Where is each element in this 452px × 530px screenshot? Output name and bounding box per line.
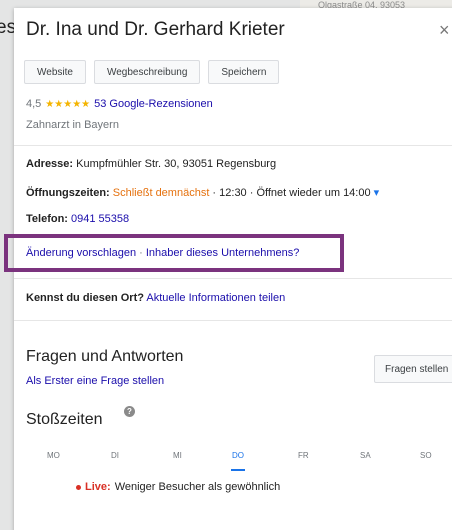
- active-day-indicator: [231, 469, 245, 471]
- business-title: Dr. Ina und Dr. Gerhard Krieter: [26, 19, 285, 40]
- rating-value: 4,5: [26, 98, 42, 110]
- ask-question-button[interactable]: Fragen stellen: [374, 355, 452, 383]
- divider: [14, 278, 452, 279]
- day-tab-mi[interactable]: MI: [173, 451, 182, 460]
- live-status: Live: Weniger Besucher als gewöhnlich: [76, 481, 280, 493]
- hours-line[interactable]: Öffnungszeiten: Schließt demnächst · 12:…: [26, 186, 379, 199]
- hours-status: Schließt demnächst: [109, 187, 210, 199]
- divider: [14, 145, 452, 146]
- address-value[interactable]: Kumpfmühler Str. 30, 93051 Regensburg: [73, 158, 276, 170]
- first-question-link[interactable]: Als Erster eine Frage stellen: [26, 375, 164, 387]
- share-info-link[interactable]: Aktuelle Informationen teilen: [144, 292, 285, 304]
- live-label: Live:: [85, 481, 111, 493]
- phone-label: Telefon:: [26, 213, 68, 225]
- live-text: Weniger Besucher als gewöhnlich: [114, 481, 281, 493]
- directions-button[interactable]: Wegbeschreibung: [93, 60, 201, 84]
- close-icon[interactable]: ×: [439, 20, 450, 41]
- live-dot-icon: [76, 484, 81, 490]
- suggest-edit-link[interactable]: Änderung vorschlagen: [26, 247, 136, 259]
- owner-link[interactable]: Inhaber dieses Unternehmens?: [146, 247, 299, 259]
- chevron-down-icon[interactable]: ▾: [374, 187, 380, 199]
- divider: [14, 320, 452, 321]
- screen: Olgastraße 04, 93053 es Dr. Ina und Dr. …: [0, 0, 452, 530]
- business-category: Zahnarzt in Bayern: [26, 119, 119, 131]
- day-tab-fr[interactable]: FR: [298, 451, 309, 460]
- address-label: Adresse:: [26, 158, 74, 170]
- day-tab-di[interactable]: DI: [111, 451, 119, 460]
- know-place-line: Kennst du diesen Ort? Aktuelle Informati…: [26, 292, 285, 304]
- day-tab-so[interactable]: SO: [420, 451, 432, 460]
- hours-detail: · 12:30 · Öffnet wieder um 14:00: [209, 187, 371, 199]
- website-button[interactable]: Website: [24, 60, 86, 84]
- day-tab-mo[interactable]: MO: [47, 451, 60, 460]
- rating-row: 4,5 ★★★★★ 53 Google-Rezensionen: [26, 98, 213, 110]
- knowledge-panel: Dr. Ina und Dr. Gerhard Krieter × Websit…: [4, 8, 452, 530]
- suggest-edit-line: Änderung vorschlagen · Inhaber dieses Un…: [26, 247, 299, 259]
- reviews-link[interactable]: 53 Google-Rezensionen: [94, 98, 213, 110]
- day-tab-sa[interactable]: SA: [360, 451, 371, 460]
- star-rating-icon: ★★★★★: [45, 98, 91, 110]
- phone-link[interactable]: 0941 55358: [68, 213, 129, 225]
- action-buttons: Website Wegbeschreibung Speichern: [24, 60, 280, 84]
- qa-title: Fragen und Antworten: [26, 348, 184, 365]
- phone-line: Telefon: 0941 55358: [26, 213, 129, 225]
- address-line: Adresse: Kumpfmühler Str. 30, 93051 Rege…: [26, 158, 276, 170]
- link-separator: ·: [136, 247, 146, 259]
- day-selector: MO DI MI DO FR SA SO: [14, 451, 452, 471]
- know-place-question: Kennst du diesen Ort?: [26, 292, 144, 304]
- save-button[interactable]: Speichern: [208, 60, 280, 84]
- day-tab-do[interactable]: DO: [232, 451, 244, 460]
- popular-times-title: Stoßzeiten: [26, 411, 103, 428]
- help-icon[interactable]: ?: [124, 406, 135, 417]
- hours-label: Öffnungszeiten:: [26, 187, 110, 199]
